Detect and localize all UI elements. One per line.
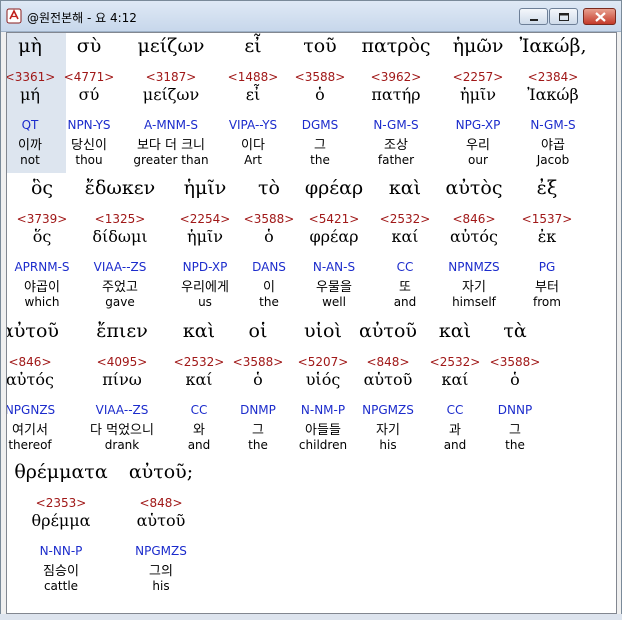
greek-word[interactable]: ἐξ	[487, 177, 607, 199]
app-window: @원전본해 - 요 4:12 μὴ <3361> μή QT 이까 not σὺ <4771>…	[0, 0, 622, 620]
window-title: @원전본해 - 요 4:12	[27, 11, 137, 25]
close-button[interactable]	[583, 8, 616, 25]
minimize-button[interactable]	[519, 8, 548, 25]
english-gloss: his	[152, 579, 170, 593]
strong-number[interactable]: <848>	[101, 496, 221, 510]
parsing-code: N-GM-S	[530, 118, 576, 132]
english-gloss: Jacob	[536, 153, 570, 167]
interlinear-view[interactable]: μὴ <3361> μή QT 이까 not σὺ <4771> σύ NPN-YS 당신이 thou…	[6, 32, 617, 614]
greek-word[interactable]: τὰ	[455, 320, 575, 342]
app-icon[interactable]	[6, 8, 22, 24]
lemma: ὁ	[510, 370, 520, 389]
korean-gloss: 그	[509, 423, 521, 438]
strong-number[interactable]: <3588>	[455, 355, 575, 369]
title-bar[interactable]: @원전본해 - 요 4:12	[1, 1, 621, 32]
parsing-code: DNNP	[497, 403, 533, 417]
window-bottom-edge	[0, 614, 622, 620]
greek-word[interactable]: Ἰακώβ,	[493, 35, 613, 57]
lemma: Ἰακώβ	[527, 85, 579, 104]
lemma: αὑτοῦ	[136, 511, 186, 530]
parsing-code: PG	[538, 260, 556, 274]
english-gloss: from	[533, 295, 561, 309]
korean-gloss: 야곱	[541, 138, 565, 153]
lemma: ἐκ	[537, 227, 557, 246]
english-gloss: the	[505, 438, 525, 452]
korean-gloss: 부터	[535, 280, 559, 295]
maximize-button[interactable]	[549, 8, 578, 25]
korean-gloss: 그의	[149, 564, 173, 579]
parsing-code: NPGMZS	[135, 544, 187, 558]
strong-number[interactable]: <1537>	[487, 212, 607, 226]
strong-number[interactable]: <2384>	[493, 70, 613, 84]
greek-word[interactable]: αὐτοῦ;	[101, 461, 221, 483]
